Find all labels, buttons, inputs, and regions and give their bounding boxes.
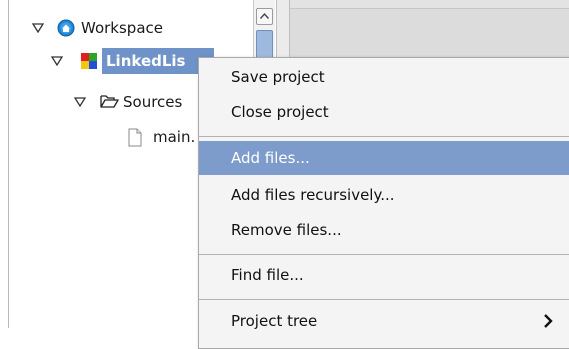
menu-separator bbox=[199, 254, 569, 255]
tree-item-label: main. bbox=[153, 128, 196, 146]
menu-item-add-files-recursively[interactable]: Add files recursively... bbox=[199, 178, 569, 212]
menu-item-label: Add files... bbox=[231, 149, 310, 167]
menu-item-label: Close project bbox=[231, 103, 329, 121]
menu-item-label: Find file... bbox=[231, 266, 304, 284]
chevron-right-icon bbox=[544, 314, 553, 328]
scroll-up-button[interactable] bbox=[256, 8, 273, 25]
project-icon bbox=[81, 53, 97, 69]
tree-item-label: Workspace bbox=[81, 19, 163, 37]
tree-item-workspace[interactable]: Workspace bbox=[0, 15, 250, 41]
menu-item-close-project[interactable]: Close project bbox=[199, 95, 569, 129]
menu-separator bbox=[199, 136, 569, 137]
arrow-up-icon bbox=[259, 12, 270, 19]
menu-item-label: Add files recursively... bbox=[231, 186, 395, 204]
menu-item-add-files[interactable]: Add files... bbox=[199, 141, 569, 175]
menu-item-label: Project tree bbox=[231, 312, 318, 330]
file-icon bbox=[128, 128, 142, 147]
menu-item-label: Save project bbox=[231, 68, 325, 86]
menu-item-find-file[interactable]: Find file... bbox=[199, 258, 569, 292]
tree-item-main-file[interactable]: main. bbox=[0, 124, 210, 150]
triangle-down-icon[interactable] bbox=[51, 56, 63, 66]
triangle-down-icon[interactable] bbox=[74, 97, 86, 107]
context-menu: Save project Close project Add files... … bbox=[198, 57, 569, 349]
menu-separator bbox=[199, 299, 569, 300]
menu-item-save-project[interactable]: Save project bbox=[199, 60, 569, 94]
menu-item-project-tree[interactable]: Project tree bbox=[199, 304, 569, 338]
tree-item-sources[interactable]: Sources bbox=[0, 89, 210, 115]
workspace-icon bbox=[57, 19, 75, 37]
folder-open-icon bbox=[100, 95, 119, 108]
tree-item-label: Sources bbox=[123, 93, 183, 111]
menu-item-remove-files[interactable]: Remove files... bbox=[199, 213, 569, 247]
triangle-down-icon[interactable] bbox=[32, 23, 44, 33]
menu-item-label: Remove files... bbox=[231, 221, 342, 239]
